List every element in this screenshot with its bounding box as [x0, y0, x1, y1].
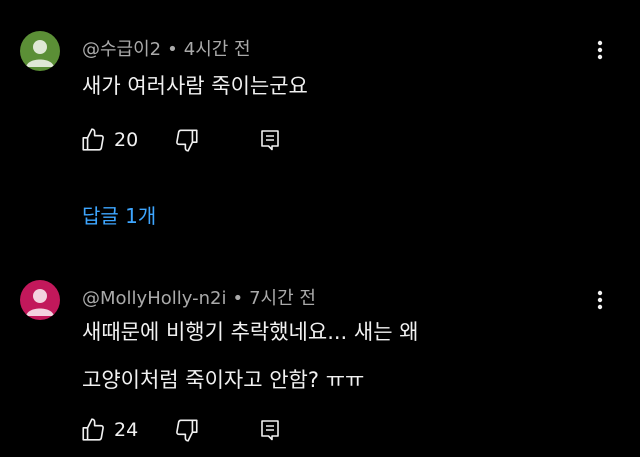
- timestamp[interactable]: 7시간 전: [249, 288, 316, 309]
- thumbs-up-icon: [82, 418, 104, 441]
- reply-icon: [261, 420, 279, 441]
- more-vertical-icon: [597, 290, 603, 310]
- dislike-button[interactable]: [174, 415, 200, 445]
- comment-2: @MollyHolly-n2i • 7시간 전 새때문에 비행기 추락했네요... …: [0, 0, 640, 457]
- comment-text: 새때문에 비행기 추락했네요... 새는 왜 고양이처럼 죽이자고 안함? ㅠㅠ: [82, 312, 419, 400]
- thumbs-down-icon: [176, 419, 198, 442]
- avatar[interactable]: [20, 280, 60, 320]
- author-name[interactable]: @MollyHolly-n2i: [82, 288, 226, 309]
- like-count: 24: [114, 419, 139, 441]
- comment-line: 새때문에 비행기 추락했네요... 새는 왜: [82, 320, 419, 344]
- comment-line: 고양이처럼 죽이자고 안함? ㅠㅠ: [82, 368, 365, 392]
- reply-button[interactable]: [258, 415, 282, 445]
- comment-menu-button[interactable]: [586, 286, 614, 314]
- comment-actions: 24: [80, 415, 300, 445]
- avatar-person-icon: [26, 289, 54, 316]
- like-button[interactable]: 24: [80, 415, 138, 445]
- comment-meta: @MollyHolly-n2i • 7시간 전: [82, 284, 316, 310]
- separator-dot: •: [232, 288, 244, 309]
